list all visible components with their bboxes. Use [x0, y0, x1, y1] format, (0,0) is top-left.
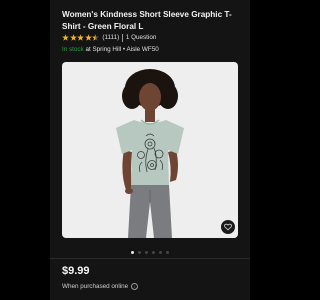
heart-icon [224, 223, 232, 231]
rating-count[interactable]: (1111) [102, 34, 119, 41]
star-rating [62, 34, 100, 41]
carousel-dot[interactable] [159, 251, 162, 254]
availability[interactable]: In stock at Spring Hill • Aisle WF50 [62, 46, 159, 53]
info-icon[interactable]: i [131, 283, 139, 290]
favorite-button[interactable] [221, 220, 235, 234]
star-icon [62, 34, 69, 41]
price-note-text: When purchased online [62, 283, 129, 290]
questions-link[interactable]: 1 Question [126, 34, 156, 41]
product-image[interactable] [62, 62, 238, 238]
carousel-dot[interactable] [138, 251, 141, 254]
star-icon [84, 34, 92, 41]
carousel-indicator[interactable] [50, 251, 250, 254]
carousel-dot[interactable] [152, 251, 155, 254]
star-icon [77, 34, 85, 41]
stock-status: In stock [62, 46, 84, 53]
rating-row[interactable]: (1111) 1 Question [62, 33, 156, 42]
product-screen: Women's Kindness Short Sleeve Graphic T-… [50, 0, 250, 300]
carousel-dot[interactable] [166, 251, 169, 254]
carousel-dot[interactable] [131, 251, 134, 254]
store-location: at Spring Hill • Aisle WF50 [85, 46, 159, 53]
section-divider [50, 258, 250, 259]
price-note: When purchased online i [62, 283, 139, 290]
divider [122, 33, 123, 42]
product-photo [116, 69, 184, 238]
product-title: Women's Kindness Short Sleeve Graphic T-… [62, 10, 232, 31]
star-half-icon [92, 34, 100, 41]
star-icon [69, 34, 77, 41]
carousel-dot[interactable] [145, 251, 148, 254]
price: $9.99 [62, 265, 90, 277]
